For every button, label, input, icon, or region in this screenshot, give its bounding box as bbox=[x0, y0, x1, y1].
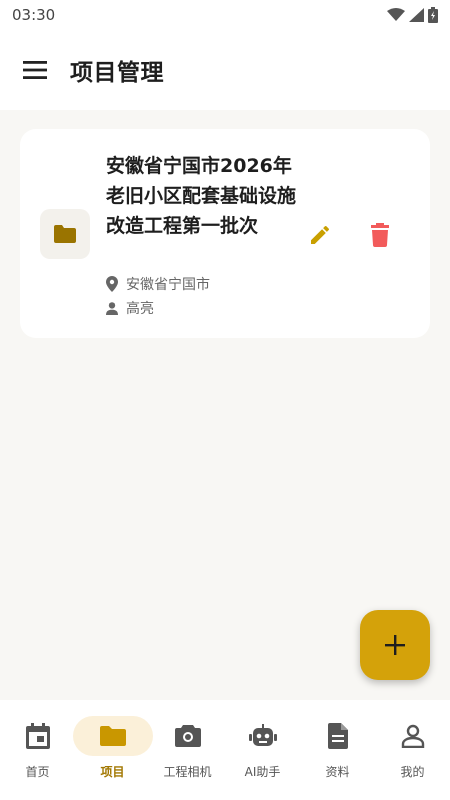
wifi-icon bbox=[387, 8, 405, 21]
nav-label-documents: 资料 bbox=[325, 765, 350, 779]
delete-button[interactable] bbox=[362, 217, 398, 253]
calendar-icon bbox=[25, 723, 50, 749]
nav-item-home[interactable]: 首页 bbox=[0, 700, 75, 800]
project-owner: 高亮 bbox=[106, 298, 154, 318]
nav-icon-wrap bbox=[373, 716, 450, 756]
nav-icon-wrap bbox=[223, 716, 303, 756]
bottom-nav: 首页 项目 工程相机 AI助手 资料 我的 bbox=[0, 700, 450, 800]
screen: 03:30 项目管理 安徽省宁国市2026年老旧小区配套基础设施改造工程第一批次… bbox=[0, 0, 450, 800]
project-card[interactable]: 安徽省宁国市2026年老旧小区配套基础设施改造工程第一批次 安徽省宁国市 高亮 bbox=[20, 129, 430, 338]
folder-icon bbox=[99, 726, 126, 746]
nav-icon-wrap bbox=[148, 716, 228, 756]
nav-label-camera: 工程相机 bbox=[163, 765, 212, 779]
nav-item-ai-assistant[interactable]: AI助手 bbox=[225, 700, 300, 800]
nav-label-home: 首页 bbox=[25, 765, 50, 779]
nav-label-ai-assistant: AI助手 bbox=[244, 765, 281, 779]
robot-icon bbox=[248, 724, 277, 746]
page-title: 项目管理 bbox=[70, 60, 164, 86]
project-folder-tile bbox=[40, 209, 90, 259]
project-location-text: 安徽省宁国市 bbox=[126, 277, 210, 293]
project-title: 安徽省宁国市2026年老旧小区配套基础设施改造工程第一批次 bbox=[106, 155, 297, 237]
status-time: 03:30 bbox=[12, 6, 56, 24]
nav-label-projects: 项目 bbox=[100, 765, 125, 779]
status-icons bbox=[387, 7, 438, 23]
status-bar: 03:30 bbox=[0, 0, 450, 30]
pencil-icon bbox=[311, 225, 330, 244]
trash-icon bbox=[371, 223, 389, 247]
person-outline-icon bbox=[401, 724, 424, 748]
menu-icon bbox=[23, 61, 47, 79]
nav-item-camera[interactable]: 工程相机 bbox=[150, 700, 225, 800]
nav-label-profile: 我的 bbox=[400, 765, 425, 779]
menu-button[interactable] bbox=[0, 30, 70, 110]
location-pin-icon bbox=[106, 276, 118, 292]
project-owner-text: 高亮 bbox=[126, 301, 154, 317]
folder-icon bbox=[54, 225, 76, 243]
person-icon bbox=[106, 301, 118, 315]
battery-icon bbox=[428, 7, 438, 23]
document-icon bbox=[327, 723, 348, 749]
app-bar: 项目管理 bbox=[0, 30, 450, 110]
edit-button[interactable] bbox=[302, 217, 338, 253]
add-project-button[interactable] bbox=[360, 610, 430, 680]
nav-icon-wrap bbox=[0, 716, 78, 756]
nav-item-documents[interactable]: 资料 bbox=[300, 700, 375, 800]
signal-icon bbox=[409, 8, 424, 22]
project-location: 安徽省宁国市 bbox=[106, 274, 210, 294]
nav-icon-wrap-active bbox=[72, 716, 153, 756]
camera-icon bbox=[174, 725, 201, 747]
nav-item-profile[interactable]: 我的 bbox=[375, 700, 450, 800]
nav-item-projects[interactable]: 项目 bbox=[72, 700, 153, 800]
nav-icon-wrap bbox=[298, 716, 378, 756]
plus-icon bbox=[385, 635, 405, 655]
